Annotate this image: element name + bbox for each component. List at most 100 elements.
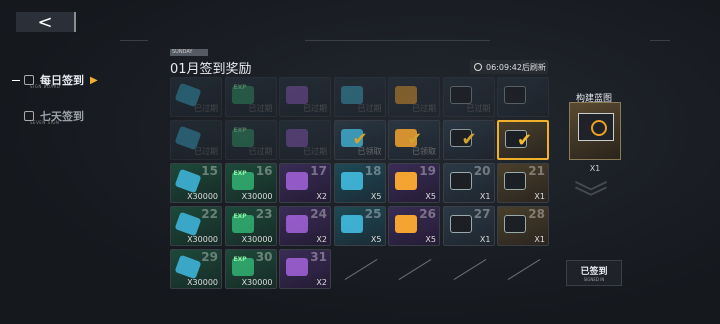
header-divider-right bbox=[650, 40, 670, 41]
day-reward-cell[interactable]: 18 X5 bbox=[333, 163, 386, 203]
blueprint-icon bbox=[578, 113, 614, 141]
day-reward-cell[interactable]: EXP 16 X30000 bbox=[224, 163, 277, 203]
day-reward-cell[interactable]: 26 X5 bbox=[388, 206, 440, 246]
signed-label: 已签到 bbox=[580, 267, 608, 277]
reward-quantity: X1 bbox=[534, 192, 545, 201]
sidebar-item-sublabel: SEVEN SIGN bbox=[30, 120, 60, 125]
reward-quantity: 已过期 bbox=[303, 104, 327, 113]
checkmark-icon: ✔ bbox=[517, 130, 533, 151]
reward-item-icon bbox=[395, 172, 417, 190]
day-reward-cell[interactable]: EXP 30 X30000 bbox=[224, 249, 277, 289]
signed-in-button[interactable]: 已签到 SIGNED IN bbox=[566, 260, 622, 286]
reward-quantity: X5 bbox=[370, 192, 382, 201]
exp-label: EXP bbox=[233, 256, 247, 263]
reward-item-icon bbox=[174, 254, 202, 280]
page-title: 01月签到奖励 bbox=[170, 62, 252, 77]
day-reward-cell[interactable]: 27 X1 bbox=[442, 206, 495, 246]
reward-quantity: X5 bbox=[370, 235, 382, 244]
day-reward-cell[interactable]: 17 X2 bbox=[279, 163, 331, 203]
day-number: 24 bbox=[310, 207, 327, 221]
refresh-text: 06:09:42后刷新 bbox=[486, 62, 546, 72]
reward-quantity: X1 bbox=[479, 192, 491, 201]
reward-quantity: 已过期 bbox=[357, 104, 382, 113]
day-reward-cell[interactable]: 20 X1 bbox=[442, 163, 495, 203]
reward-quantity: 已过期 bbox=[466, 104, 491, 113]
day-number: 21 bbox=[528, 164, 545, 178]
reward-item-icon bbox=[395, 86, 417, 104]
day-number: 25 bbox=[364, 207, 382, 221]
exp-label: EXP bbox=[233, 170, 247, 177]
signed-sublabel: SIGNED IN bbox=[583, 277, 605, 282]
reward-quantity: 已过期 bbox=[412, 104, 436, 113]
reward-item-icon bbox=[286, 258, 308, 276]
day-reward-cell[interactable]: EXP 已过期 bbox=[224, 77, 277, 117]
day-reward-cell[interactable]: 已过期 bbox=[279, 120, 331, 160]
day-number: 19 bbox=[419, 164, 436, 178]
day-number: 15 bbox=[201, 164, 218, 178]
day-reward-cell[interactable]: 21 X1 bbox=[497, 163, 549, 203]
day-reward-cell[interactable]: 25 X5 bbox=[333, 206, 386, 246]
refresh-timer: 06:09:42后刷新 bbox=[470, 60, 548, 74]
blueprint-reward[interactable]: X1 bbox=[569, 102, 621, 173]
reward-quantity: X30000 bbox=[241, 235, 273, 244]
exp-label: EXP bbox=[233, 213, 247, 220]
day-reward-cell[interactable]: EXP 23 X30000 bbox=[224, 206, 277, 246]
sidebar-item-seven-day-signin[interactable]: 七天签到 SEVEN SIGN bbox=[0, 98, 140, 134]
day-reward-cell[interactable]: 已过期 bbox=[170, 120, 222, 160]
reward-item-icon bbox=[174, 211, 202, 237]
reward-item-icon bbox=[340, 215, 363, 233]
empty-day-slot bbox=[334, 249, 386, 289]
day-reward-cell[interactable]: 已过期 bbox=[170, 77, 222, 117]
reward-item-icon bbox=[504, 86, 526, 104]
reward-item-icon bbox=[449, 172, 472, 190]
reward-quantity: 已过期 bbox=[248, 147, 273, 156]
day-reward-cell[interactable]: 已过期 bbox=[442, 77, 495, 117]
reward-item-icon bbox=[504, 215, 526, 233]
clock-icon bbox=[474, 63, 482, 71]
reward-quantity: X5 bbox=[425, 192, 436, 201]
reward-item-icon bbox=[395, 215, 417, 233]
sidebar-item-daily-signin[interactable]: 每日签到 ▶ SIGN BOARD bbox=[0, 62, 140, 98]
back-arrow-icon: < bbox=[37, 11, 53, 33]
day-reward-cell[interactable]: 15 X30000 bbox=[170, 163, 222, 203]
reward-quantity: X1 bbox=[534, 235, 545, 244]
day-reward-cell[interactable]: EXP 已过期 bbox=[224, 120, 277, 160]
reward-item-icon bbox=[174, 168, 202, 194]
day-number: 26 bbox=[419, 207, 436, 221]
day-reward-cell[interactable]: 已过期 bbox=[333, 77, 386, 117]
day-reward-cell[interactable]: ✔ bbox=[442, 120, 495, 160]
reward-quantity: X1 bbox=[479, 235, 491, 244]
reward-quantity: 已过期 bbox=[194, 147, 218, 156]
day-reward-cell[interactable]: 已领取 ✔ bbox=[388, 120, 440, 160]
day-number: 30 bbox=[255, 250, 273, 264]
reward-item-icon bbox=[286, 172, 308, 190]
day-reward-cell[interactable]: 24 X2 bbox=[279, 206, 331, 246]
day-reward-cell[interactable]: 29 X30000 bbox=[170, 249, 222, 289]
checkmark-icon: ✔ bbox=[461, 129, 477, 150]
day-reward-cell[interactable]: 19 X5 bbox=[388, 163, 440, 203]
active-indicator bbox=[12, 79, 20, 81]
back-button[interactable]: < bbox=[16, 11, 76, 33]
day-number: 16 bbox=[255, 164, 273, 178]
day-reward-cell[interactable]: 已领取 ✔ bbox=[333, 120, 386, 160]
day-reward-cell[interactable]: 已过期 bbox=[279, 77, 331, 117]
sidebar-item-sublabel: SIGN BOARD bbox=[30, 84, 61, 89]
reward-item-icon bbox=[504, 172, 526, 190]
reward-quantity: X30000 bbox=[241, 192, 273, 201]
day-reward-cell[interactable]: 已过期 bbox=[388, 77, 440, 117]
day-reward-cell[interactable]: 22 X30000 bbox=[170, 206, 222, 246]
day-reward-cell[interactable]: 28 X1 bbox=[497, 206, 549, 246]
reward-item-icon bbox=[340, 86, 363, 104]
day-number: 27 bbox=[473, 207, 491, 221]
play-arrow-icon: ▶ bbox=[90, 74, 98, 86]
day-number: 31 bbox=[310, 250, 327, 264]
day-number: 29 bbox=[201, 250, 218, 264]
day-reward-cell[interactable]: 31 X2 bbox=[279, 249, 331, 289]
day-reward-cell[interactable] bbox=[497, 77, 549, 117]
reward-item-icon bbox=[449, 215, 472, 233]
day-reward-cell[interactable]: ✔ bbox=[497, 120, 549, 160]
empty-day-slot bbox=[388, 249, 440, 289]
checkmark-icon: ✔ bbox=[352, 129, 368, 150]
blueprint-quantity: X1 bbox=[589, 164, 601, 173]
